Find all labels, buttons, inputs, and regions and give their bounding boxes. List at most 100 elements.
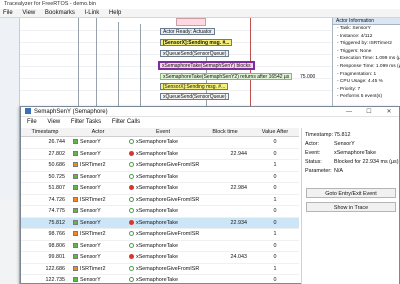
event-text: xSemaphoreGiveFromISR bbox=[136, 196, 200, 203]
timestamp-text: 27.802 bbox=[48, 150, 66, 157]
info-priority: - Priority: 7 bbox=[337, 86, 361, 92]
menu-bookmarks[interactable]: Bookmarks bbox=[45, 10, 75, 16]
info-response-time: - Response Time: 1.099 ms (µs) bbox=[337, 63, 400, 69]
event-table-body: 26.744 SensorY xSemaphoreTake 0 27.802 Sensor… bbox=[21, 137, 299, 284]
cell-actor: SensorY bbox=[73, 252, 127, 264]
label-semaphore-take-returns[interactable]: xSemaphoreTake(SemaphSenY2) returns afte… bbox=[160, 73, 293, 80]
cell-timestamp: 122.686 bbox=[23, 264, 66, 276]
table-row[interactable]: 51.807 SensorY xSemaphoreTake 22.984 0 bbox=[21, 183, 299, 195]
table-row[interactable]: 26.744 SensorY xSemaphoreTake 0 bbox=[21, 137, 299, 149]
dialog-menu-file[interactable]: File bbox=[27, 119, 37, 125]
event-details-panel: Timestamp: 75.812 Actor: SensorY Event: xSe… bbox=[301, 128, 399, 284]
ok-status-icon bbox=[129, 208, 134, 213]
cell-event: xSemaphoreTake bbox=[129, 275, 201, 284]
detail-value: 75.812 bbox=[334, 132, 351, 138]
value-after-text: 0 bbox=[273, 219, 277, 226]
trace-event-line bbox=[96, 18, 97, 106]
window-title: Tracealyzer for FreeRTOS - demo.bin bbox=[0, 0, 400, 9]
detail-value: xSemaphoreTake bbox=[334, 150, 376, 156]
close-icon[interactable]: ✕ bbox=[379, 107, 399, 117]
value-after-text: 0 bbox=[273, 150, 277, 157]
label-semaphore-take-blocks[interactable]: xSemaphoreTake(SemaphSenY) blocks bbox=[158, 61, 255, 70]
actor-color-icon bbox=[73, 139, 78, 144]
cell-timestamp: 99.801 bbox=[23, 252, 66, 264]
cell-event: xSemaphoreTake bbox=[129, 183, 201, 195]
actor-text: ISRTimer2 bbox=[80, 162, 106, 168]
actor-text: SensorY bbox=[80, 139, 101, 145]
menu-file[interactable]: File bbox=[3, 10, 13, 16]
semaphore-icon bbox=[25, 108, 31, 114]
trace-event-line bbox=[118, 22, 119, 106]
maximize-icon[interactable]: ☐ bbox=[359, 107, 379, 117]
dialog-menu-view[interactable]: View bbox=[47, 119, 60, 125]
column-value-after[interactable]: Value After bbox=[251, 128, 299, 137]
cell-event: xSemaphoreGiveFromISR bbox=[129, 229, 201, 241]
cell-actor: SensorY bbox=[73, 149, 127, 161]
cell-timestamp: 27.802 bbox=[23, 149, 66, 161]
table-row[interactable]: 75.812 SensorY xSemaphoreTake 22.934 0 bbox=[21, 217, 299, 230]
cell-actor: SensorY bbox=[73, 275, 127, 284]
dialog-menu-filter-calls[interactable]: Filter Calls bbox=[112, 119, 140, 125]
column-timestamp[interactable]: Timestamp bbox=[21, 128, 69, 137]
menu-help[interactable]: Help bbox=[109, 10, 121, 16]
cell-actor: SensorY bbox=[73, 172, 127, 184]
detail-key: Actor: bbox=[305, 141, 320, 147]
cell-timestamp: 98.806 bbox=[23, 241, 66, 253]
column-block-time[interactable]: Block time bbox=[199, 128, 251, 137]
table-row[interactable]: 98.806 SensorY xSemaphoreTake 0 bbox=[21, 241, 299, 253]
timestamp-text: 74.726 bbox=[48, 196, 66, 203]
actor-color-icon bbox=[73, 265, 78, 271]
menu-ilink[interactable]: I-Link bbox=[85, 10, 100, 16]
info-execution-time: - Execution Time: 1.099 ms (µs) bbox=[337, 56, 400, 62]
table-row[interactable]: 27.802 SensorY xSemaphoreTake 22.944 0 bbox=[21, 149, 299, 161]
timestamp-text: 122.686 bbox=[45, 265, 66, 272]
trace-execution-block[interactable] bbox=[176, 18, 206, 26]
label-actor-ready[interactable]: Actor Ready: Actuator bbox=[160, 28, 215, 35]
dialog-titlebar[interactable]: SemaphSenY (Semaphore) — ☐ ✕ bbox=[21, 107, 399, 117]
show-in-trace-button[interactable]: Show in Trace bbox=[306, 202, 396, 212]
ok-status-icon bbox=[129, 277, 134, 282]
actor-color-icon bbox=[73, 254, 78, 259]
ok-status-icon bbox=[129, 242, 134, 248]
value-after-text: 0 bbox=[273, 242, 277, 249]
table-row[interactable]: 99.801 SensorY xSemaphoreTake 24.043 0 bbox=[21, 252, 299, 264]
cell-event: xSemaphoreGiveFromISR bbox=[129, 264, 201, 276]
table-row[interactable]: 122.735 SensorY xSemaphoreTake 0 bbox=[21, 275, 299, 284]
cell-block-time: 22.934 bbox=[203, 218, 248, 230]
table-row[interactable]: 122.686 ISRTimer2 xSemaphoreGiveFromISR 1 bbox=[21, 264, 299, 276]
table-row[interactable]: 98.766 ISRTimer2 xSemaphoreGiveFromISR 1 bbox=[21, 229, 299, 241]
block-time-text: 22.984 bbox=[230, 185, 248, 191]
actor-text: SensorY bbox=[80, 277, 101, 283]
table-row[interactable]: 50.686 ISRTimer2 xSemaphoreGiveFromISR 1 bbox=[21, 160, 299, 172]
column-event[interactable]: Event bbox=[127, 128, 199, 137]
dialog-menu-filter-tasks[interactable]: Filter Tasks bbox=[71, 119, 101, 125]
event-table-header: Timestamp Actor Event Block time Value A… bbox=[21, 128, 299, 137]
table-row[interactable]: 50.725 SensorY xSemaphoreTake 0 bbox=[21, 172, 299, 184]
table-row[interactable]: 74.726 ISRTimer2 xSemaphoreGiveFromISR 1 bbox=[21, 195, 299, 206]
detail-value: Blocked for 22.934 ms (µs) bbox=[334, 159, 399, 165]
ok-status-icon bbox=[129, 162, 134, 167]
cell-value-after: 0 bbox=[253, 183, 297, 195]
timestamp-text: 98.766 bbox=[48, 231, 66, 237]
column-actor[interactable]: Actor bbox=[69, 128, 127, 137]
blocked-status-icon bbox=[129, 254, 134, 259]
minimize-icon[interactable]: — bbox=[339, 107, 359, 117]
label-queue-send-2[interactable]: xQueueSend(SensorQueue) bbox=[160, 93, 230, 100]
block-time-text: 22.944 bbox=[230, 150, 248, 157]
label-sensor-sending-2[interactable]: [SensorX]:Sending msg. #... bbox=[160, 83, 229, 90]
label-sensor-sending[interactable]: [SensorX]:Sending msg. #... bbox=[160, 39, 233, 46]
timestamp-text: 98.806 bbox=[48, 242, 66, 249]
cell-timestamp: 50.725 bbox=[23, 172, 66, 184]
info-triggered-by[interactable]: - Triggered by: ISRTimer2 bbox=[333, 40, 400, 48]
main-menubar: File View Bookmarks I-Link Help bbox=[0, 9, 400, 18]
cell-value-after: 0 bbox=[253, 206, 297, 218]
table-row[interactable]: 74.775 SensorY xSemaphoreTake 0 bbox=[21, 206, 299, 218]
label-queue-send[interactable]: xQueueSend(SensorQueue) bbox=[160, 50, 230, 57]
goto-entry-exit-button[interactable]: Goto Entry/Exit Event bbox=[306, 188, 396, 198]
actor-color-icon bbox=[73, 277, 78, 282]
menu-view[interactable]: View bbox=[22, 10, 35, 16]
timestamp-text: 51.807 bbox=[48, 185, 66, 191]
timestamp-text: 50.725 bbox=[48, 173, 66, 180]
detail-row: Status: Blocked for 22.934 ms (µs) bbox=[302, 158, 400, 167]
actor-color-icon bbox=[73, 231, 78, 236]
